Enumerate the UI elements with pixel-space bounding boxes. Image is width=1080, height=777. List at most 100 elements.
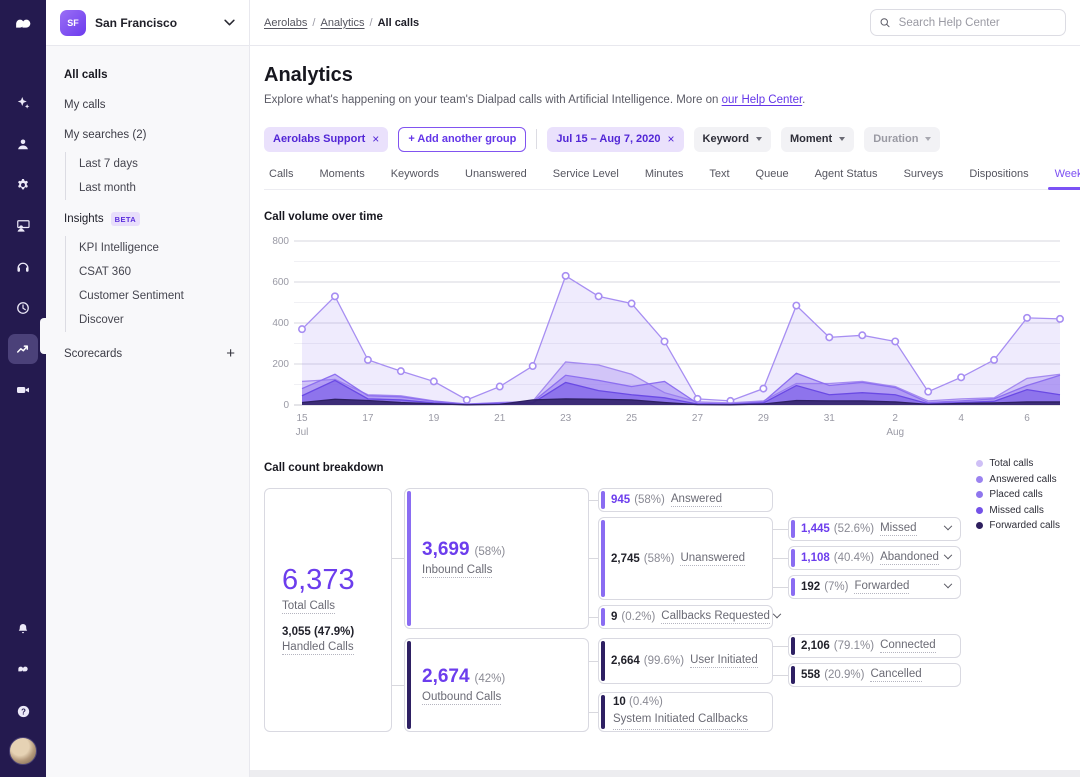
breakdown-node-forwarded[interactable]: 192 (7%) Forwarded xyxy=(788,575,961,599)
svg-text:Aug: Aug xyxy=(886,427,904,438)
svg-text:4: 4 xyxy=(958,413,964,424)
breadcrumb-current: All calls xyxy=(377,16,420,29)
call-volume-chart: 0 200 400 600 800 15 17 19 21 23 25 27 29 31 2 4 6 Jul Aug xyxy=(272,236,1064,438)
history-icon[interactable] xyxy=(8,293,38,323)
svg-text:200: 200 xyxy=(272,359,289,370)
svg-text:19: 19 xyxy=(428,413,440,424)
tab-dispositions[interactable]: Dispositions xyxy=(956,168,1041,189)
breadcrumb-link[interactable]: Analytics xyxy=(320,17,364,29)
sidebar-item-last-7-days[interactable]: Last 7 days xyxy=(79,152,249,176)
group-filter-chip[interactable]: Aerolabs Support × xyxy=(264,126,389,152)
chevron-down-icon[interactable] xyxy=(943,521,953,531)
tab-service-level[interactable]: Service Level xyxy=(540,168,632,189)
analytics-icon[interactable] xyxy=(8,334,38,364)
analytics-tabs: Calls Moments Keywords Unanswered Servic… xyxy=(264,168,1080,190)
search-input[interactable] xyxy=(896,15,1057,30)
contacts-icon[interactable] xyxy=(8,129,38,159)
help-center-link[interactable]: our Help Center xyxy=(722,94,803,106)
sidebar-item-scorecards[interactable]: Scorecards xyxy=(64,348,122,360)
dialpad-logo-icon[interactable] xyxy=(8,10,38,40)
settings-gear-icon[interactable] xyxy=(8,170,38,200)
sidebar-item-last-month[interactable]: Last month xyxy=(79,176,249,200)
close-icon[interactable]: × xyxy=(668,132,675,146)
breakdown-node-user-initiated[interactable]: 2,664 (99.6%) User Initiated xyxy=(598,638,773,684)
close-icon[interactable]: × xyxy=(372,132,379,146)
chat-icon[interactable] xyxy=(8,655,38,685)
coaching-icon[interactable] xyxy=(8,211,38,241)
breadcrumb-link[interactable]: Aerolabs xyxy=(264,17,307,29)
filter-bar: Aerolabs Support × + Add another group J… xyxy=(264,126,1066,152)
moment-filter-dropdown[interactable]: Moment xyxy=(781,126,855,152)
tab-keywords[interactable]: Keywords xyxy=(378,168,452,189)
breakdown-node-outbound-calls[interactable]: 2,674 (42%) Outbound Calls xyxy=(404,638,589,732)
rail-active-indicator xyxy=(40,318,46,354)
breakdown-node-missed[interactable]: 1,445 (52.6%) Missed xyxy=(788,517,961,541)
breakdown-node-callbacks-requested[interactable]: 9 (0.2%) Callbacks Requested xyxy=(598,605,782,629)
meetings-video-icon[interactable] xyxy=(8,375,38,405)
svg-text:21: 21 xyxy=(494,413,506,424)
chart-title: Call volume over time xyxy=(264,211,383,223)
caret-down-icon xyxy=(925,137,932,141)
tab-queue[interactable]: Queue xyxy=(743,168,802,189)
svg-text:0: 0 xyxy=(283,400,289,411)
breakdown-node-inbound-calls[interactable]: 3,699 (58%) Inbound Calls xyxy=(404,488,589,629)
sidebar-item-customer-sentiment[interactable]: Customer Sentiment xyxy=(79,284,249,308)
ai-sparkles-icon[interactable] xyxy=(8,88,38,118)
tab-unanswered[interactable]: Unanswered xyxy=(452,168,540,189)
svg-text:Jul: Jul xyxy=(296,427,309,438)
tab-text[interactable]: Text xyxy=(696,168,742,189)
sidebar-item-my-searches[interactable]: My searches (2) xyxy=(64,120,249,150)
user-avatar[interactable] xyxy=(9,737,37,765)
sidebar-item-all-calls[interactable]: All calls xyxy=(64,60,249,90)
svg-text:2: 2 xyxy=(892,413,898,424)
main-content: Analytics Explore what's happening on yo… xyxy=(250,46,1080,777)
notifications-bell-icon[interactable] xyxy=(8,614,38,644)
breakdown-title: Call count breakdown xyxy=(264,462,384,474)
breakdown-node-total-calls[interactable]: 6,373 Total Calls 3,055 (47.9%) Handled … xyxy=(264,488,392,732)
topbar: SF San Francisco Aerolabs / Analytics / … xyxy=(46,0,1080,46)
tab-agent-status[interactable]: Agent Status xyxy=(802,168,891,189)
breakdown-node-abandoned[interactable]: 1,108 (40.4%) Abandoned xyxy=(788,546,961,570)
page-title: Analytics xyxy=(264,64,353,86)
team-name: San Francisco xyxy=(95,15,178,30)
sidebar-item-insights[interactable]: Insights BETA xyxy=(64,202,249,234)
chevron-down-icon xyxy=(224,19,235,26)
sidebar-item-discover[interactable]: Discover xyxy=(79,308,249,332)
help-search[interactable] xyxy=(870,9,1066,36)
breakdown-node-answered[interactable]: 945 (58%) Answered xyxy=(598,488,773,512)
date-range-chip[interactable]: Jul 15 – Aug 7, 2020 × xyxy=(547,126,684,152)
tab-calls[interactable]: Calls xyxy=(264,168,306,189)
tab-minutes[interactable]: Minutes xyxy=(632,168,697,189)
sidebar-item-my-calls[interactable]: My calls xyxy=(64,90,249,120)
chevron-down-icon[interactable] xyxy=(772,609,782,619)
sidebar: All calls My calls My searches (2) Last … xyxy=(46,46,250,777)
breakdown-node-connected[interactable]: 2,106 (79.1%) Connected xyxy=(788,634,961,658)
beta-badge: BETA xyxy=(110,212,141,226)
svg-text:800: 800 xyxy=(272,236,289,247)
search-icon xyxy=(880,18,890,28)
add-scorecard-button[interactable]: + xyxy=(226,346,235,361)
team-selector[interactable]: SF San Francisco xyxy=(46,0,250,45)
svg-text:25: 25 xyxy=(626,413,638,424)
sidebar-item-kpi-intelligence[interactable]: KPI Intelligence xyxy=(79,236,249,260)
support-headset-icon[interactable] xyxy=(8,252,38,282)
keyword-filter-dropdown[interactable]: Keyword xyxy=(693,126,772,152)
tab-surveys[interactable]: Surveys xyxy=(891,168,957,189)
add-group-button[interactable]: + Add another group xyxy=(398,126,527,152)
tab-weekly-averages[interactable]: Weekly Averages xyxy=(1042,168,1080,190)
app-rail: ? xyxy=(0,0,46,777)
duration-filter-dropdown[interactable]: Duration xyxy=(864,126,941,152)
caret-down-icon xyxy=(839,137,846,141)
team-avatar: SF xyxy=(60,9,86,36)
sidebar-item-csat-360[interactable]: CSAT 360 xyxy=(79,260,249,284)
svg-text:600: 600 xyxy=(272,277,289,288)
help-icon[interactable]: ? xyxy=(8,696,38,726)
app-window: ? SF San Francisco Aerolabs / Analytics … xyxy=(0,0,1080,777)
breakdown-node-system-initiated-callbacks[interactable]: 10 (0.4%) System Initiated Callbacks xyxy=(598,692,773,732)
chevron-down-icon[interactable] xyxy=(943,579,953,589)
tab-moments[interactable]: Moments xyxy=(306,168,377,189)
svg-text:15: 15 xyxy=(296,413,308,424)
chevron-down-icon[interactable] xyxy=(943,550,953,560)
breakdown-node-cancelled[interactable]: 558 (20.9%) Cancelled xyxy=(788,663,961,687)
breakdown-node-unanswered[interactable]: 2,745 (58%) Unanswered xyxy=(598,517,773,600)
